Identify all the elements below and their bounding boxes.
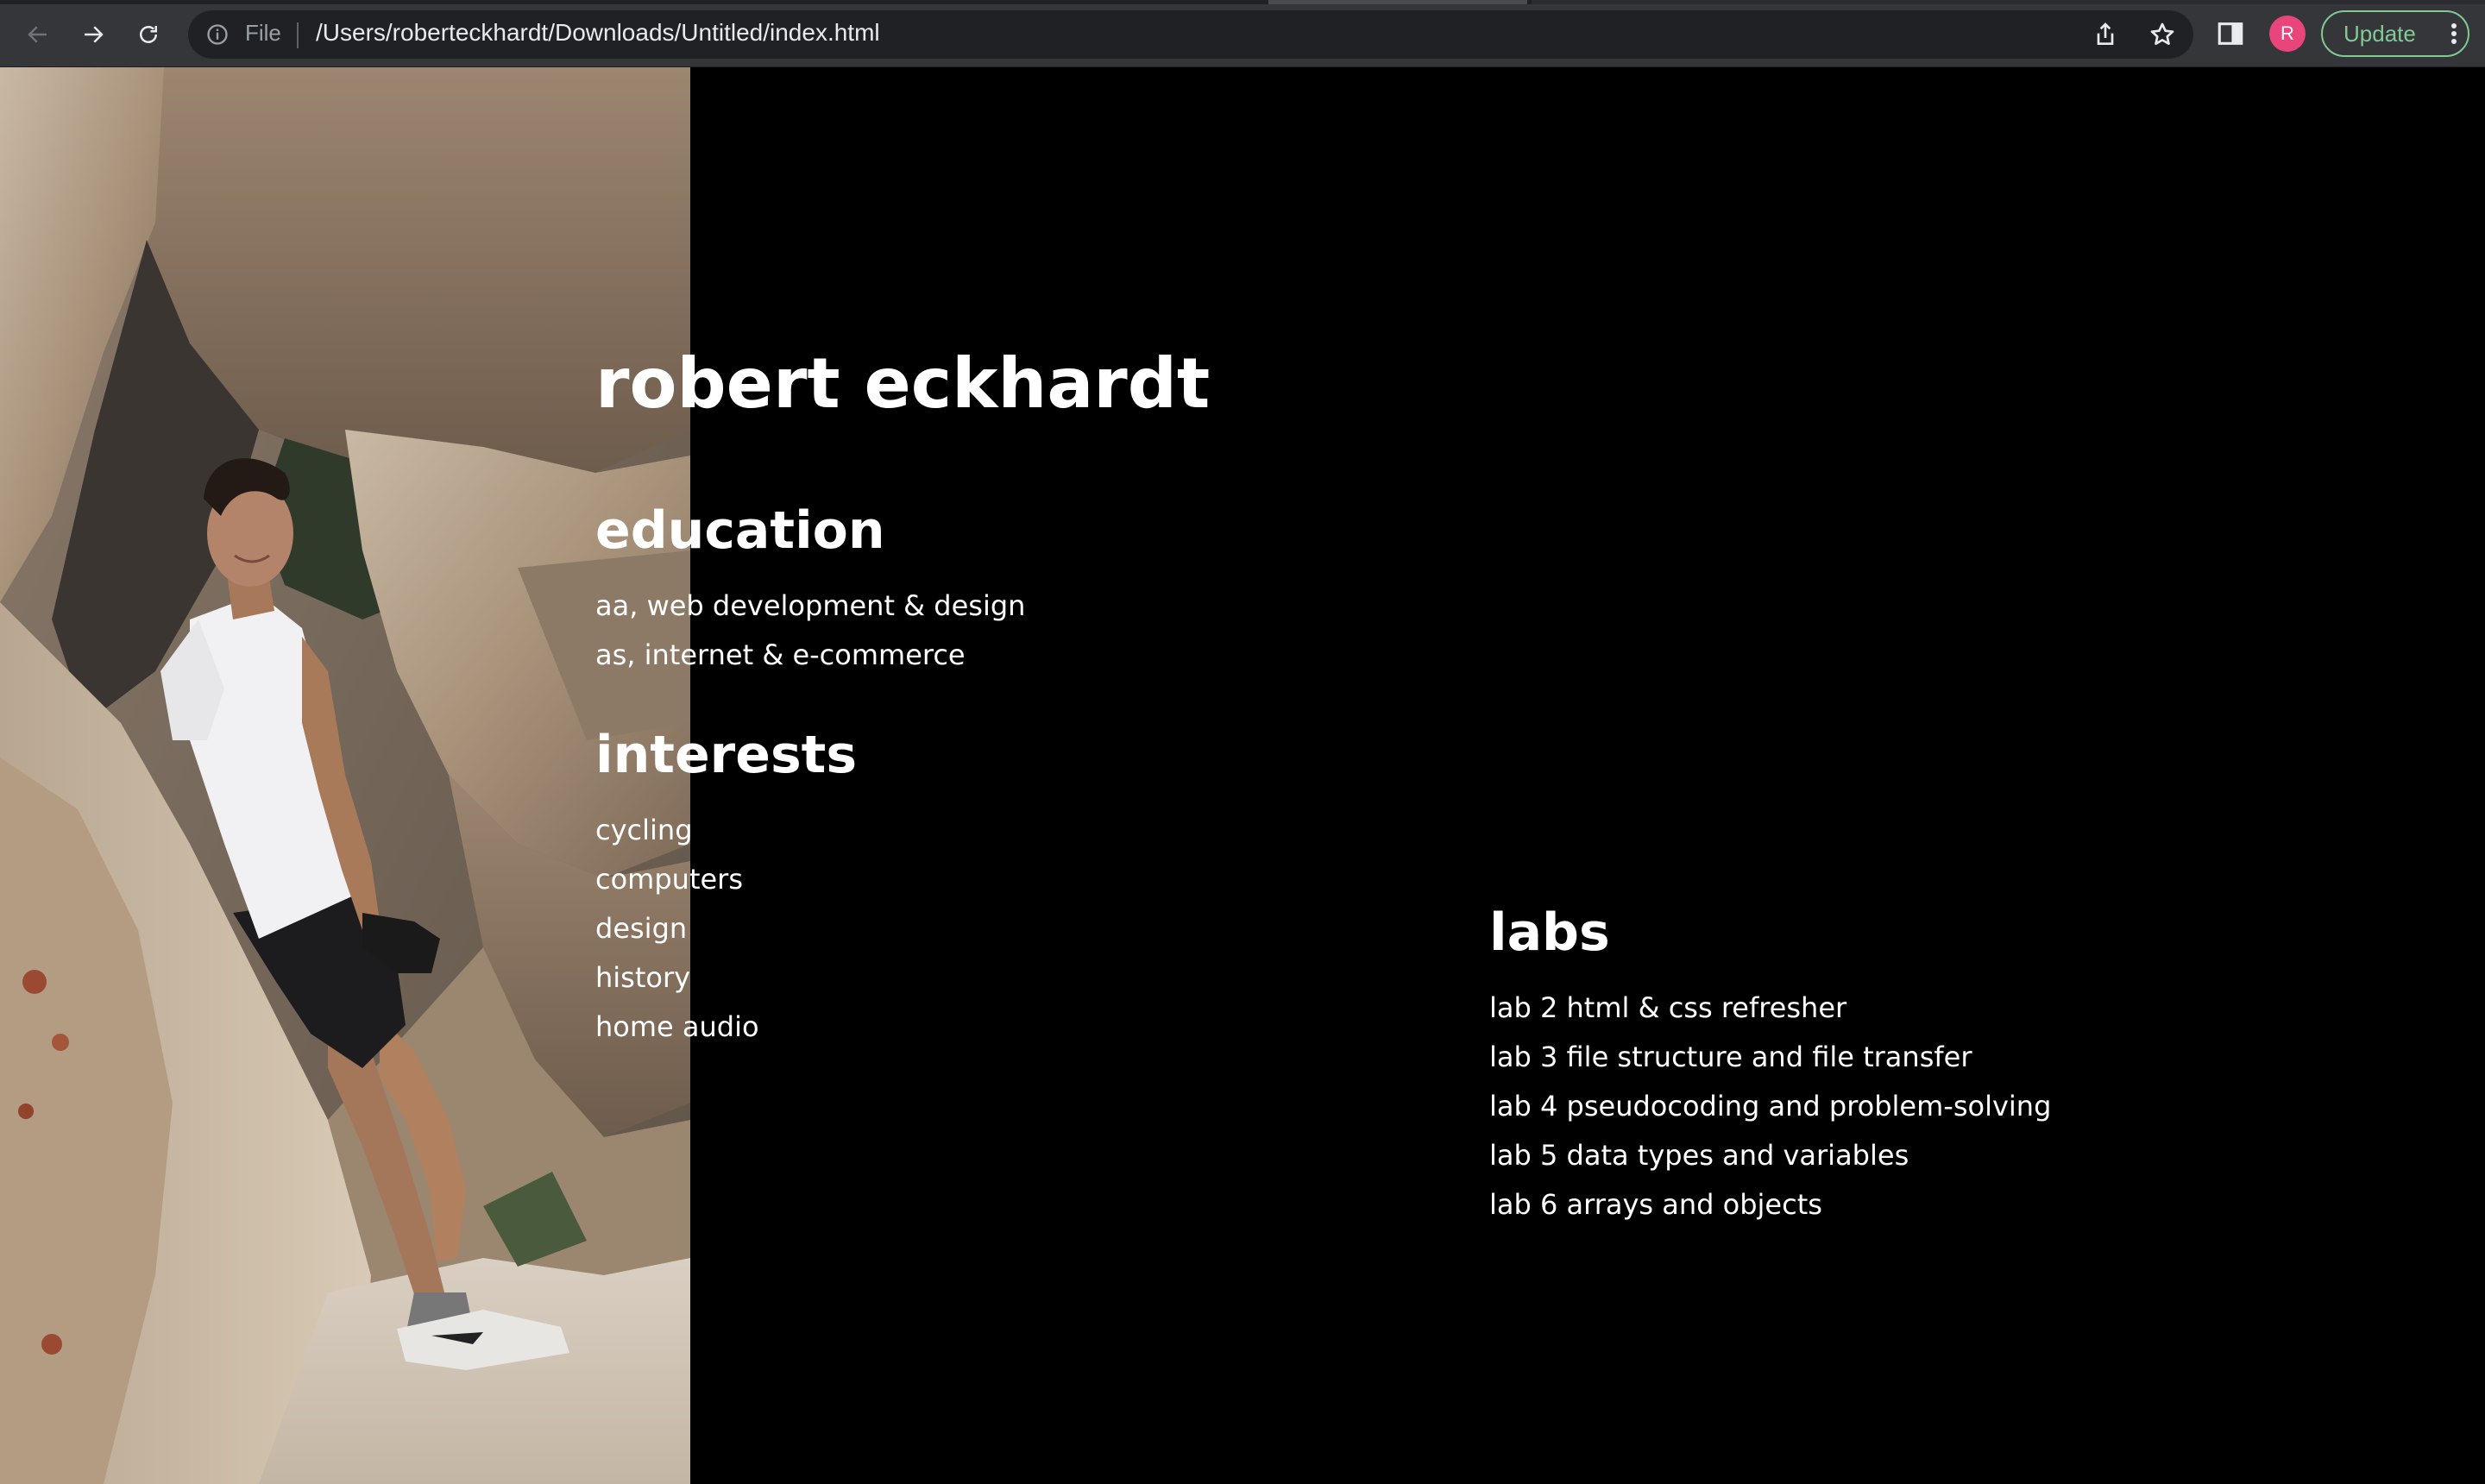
back-button[interactable] (19, 17, 57, 52)
lab-link-item[interactable]: lab 5 data types and variables (1489, 1131, 2051, 1180)
labs-heading: labs (1489, 902, 1610, 963)
list-item: home audio (595, 1010, 759, 1043)
lab-2-link[interactable]: lab 2 html & css refresher (1489, 991, 1846, 1024)
list-item: design (595, 912, 688, 945)
reload-icon (140, 26, 157, 43)
scheme-divider (297, 22, 299, 48)
forward-arrow-icon (85, 26, 104, 43)
scheme-label: File (245, 20, 281, 46)
update-label: Update (2343, 20, 2416, 47)
lab-link-item[interactable]: lab 4 pseudocoding and problem-solving (1489, 1082, 2051, 1131)
list-item: computers (595, 863, 743, 896)
share-icon[interactable] (2092, 21, 2119, 48)
education-heading: education (595, 500, 885, 561)
interests-heading: interests (595, 725, 858, 785)
lab-3-link[interactable]: lab 3 file structure and file transfer (1489, 1041, 1972, 1073)
lab-6-link[interactable]: lab 6 arrays and objects (1489, 1188, 1822, 1221)
labs-list: lab 2 html & css refresher lab 3 file st… (1489, 984, 2051, 1229)
browser-toolbar: File /Users/roberteckhardt/Downloads/Unt… (0, 0, 2485, 67)
profile-photo (0, 67, 690, 1484)
list-item: cycling (595, 814, 693, 846)
list-item: as, internet & e-commerce (595, 638, 966, 671)
forward-button[interactable] (74, 17, 112, 52)
list-item: aa, web development & design (595, 589, 1026, 622)
address-bar[interactable]: File /Users/roberteckhardt/Downloads/Unt… (188, 10, 2193, 59)
profile-avatar[interactable]: R (2269, 16, 2306, 52)
reload-button[interactable] (129, 17, 167, 52)
education-list: aa, web development & design as, interne… (595, 582, 1025, 680)
interests-list: cycling computers design history home au… (595, 806, 759, 1052)
lab-5-link[interactable]: lab 5 data types and variables (1489, 1139, 1909, 1172)
tab-strip (0, 0, 2485, 4)
bookmark-star-icon[interactable] (2148, 21, 2176, 48)
side-panel-icon[interactable] (2216, 19, 2245, 48)
lab-link-item[interactable]: lab 6 arrays and objects (1489, 1180, 2051, 1229)
web-page: robert eckhardt education aa, web develo… (0, 67, 2485, 1484)
list-item: history (595, 961, 691, 994)
url-text[interactable]: /Users/roberteckhardt/Downloads/Untitled… (316, 19, 880, 47)
lab-link-item[interactable]: lab 2 html & css refresher (1489, 984, 2051, 1033)
lab-link-item[interactable]: lab 3 file structure and file transfer (1489, 1033, 2051, 1082)
menu-dots-icon[interactable] (2450, 22, 2457, 45)
site-title: robert eckhardt (595, 343, 1211, 424)
update-button[interactable]: Update (2321, 10, 2469, 57)
lab-4-link[interactable]: lab 4 pseudocoding and problem-solving (1489, 1090, 2051, 1122)
info-icon[interactable] (205, 22, 230, 47)
back-arrow-icon (28, 26, 47, 43)
